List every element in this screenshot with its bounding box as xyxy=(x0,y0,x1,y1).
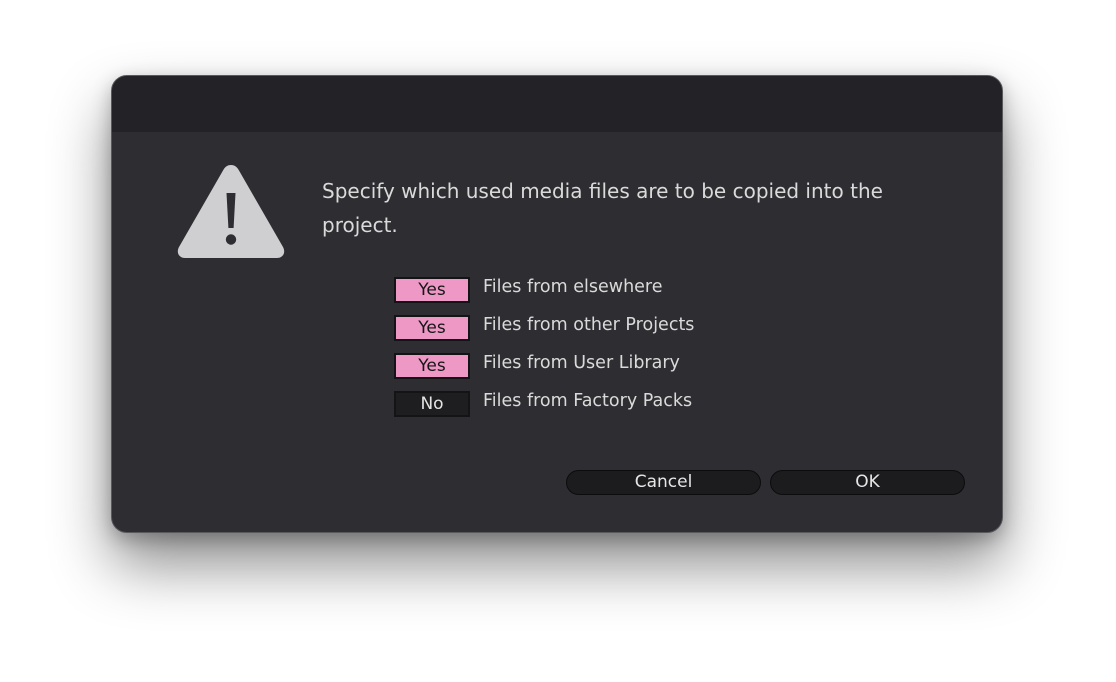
dialog-message: Specify which used media files are to be… xyxy=(322,179,883,237)
option-label-user-library: Files from User Library xyxy=(483,353,680,373)
cancel-button[interactable]: Cancel xyxy=(566,470,761,495)
ok-button[interactable]: OK xyxy=(770,470,965,495)
dialog-titlebar[interactable] xyxy=(112,76,1002,132)
toggle-files-from-other-projects[interactable]: Yes xyxy=(394,315,470,341)
option-label-factory-packs: Files from Factory Packs xyxy=(483,391,693,411)
copy-media-dialog: Specify which used media files are to be… xyxy=(111,75,1003,533)
option-label-other-projects: Files from other Projects xyxy=(483,315,695,335)
toggle-files-from-user-library[interactable]: Yes xyxy=(394,353,470,379)
toggle-files-from-factory-packs[interactable]: No xyxy=(394,391,470,417)
warning-triangle-icon xyxy=(177,165,285,258)
toggle-files-from-elsewhere[interactable]: Yes xyxy=(394,277,470,303)
option-label-elsewhere: Files from elsewhere xyxy=(483,277,663,297)
